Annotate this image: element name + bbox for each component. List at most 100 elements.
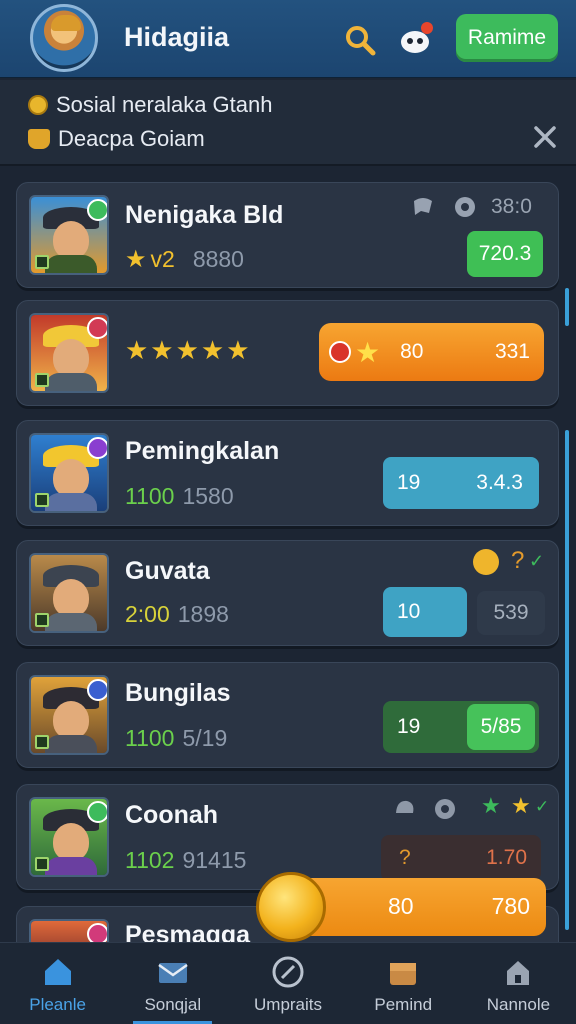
hero-name: Bungilas	[125, 679, 231, 707]
list-item[interactable]: Pemingkalan 1100 1580 19 3.4.3	[16, 420, 559, 526]
reward-left: 80	[400, 340, 424, 363]
reward-pill[interactable]: ★ 80 331	[319, 323, 544, 381]
stat-secondary: 1898	[177, 601, 229, 627]
pill-right: 1.70	[486, 846, 527, 869]
pill-right: 539	[477, 591, 545, 635]
mail-icon	[158, 963, 188, 983]
progress-pill[interactable]: 19 5/85	[383, 701, 539, 753]
score-text: 8880	[192, 246, 244, 272]
star-icon: ★	[125, 246, 147, 273]
nav-item-mail[interactable]: Sonqjal	[115, 943, 230, 1024]
gold-coin-icon[interactable]	[256, 872, 326, 942]
nav-item-chest[interactable]: Pemind	[346, 943, 461, 1024]
bottom-navigation: Pleanle Sonqjal Umpraits Pemind Nannole	[0, 942, 576, 1024]
top-bar: Hidagiia Ramime	[0, 0, 576, 78]
nav-item-explore[interactable]: Umpraits	[230, 943, 345, 1024]
hero-portrait	[29, 675, 109, 755]
reward-bar-left: 80	[388, 893, 414, 919]
level-badge-icon	[35, 373, 49, 387]
pill-left: 19	[397, 715, 421, 738]
nav-label: Pleanle	[29, 995, 86, 1014]
lock-icon	[507, 961, 530, 985]
hero-portrait	[29, 313, 109, 393]
chat-icon[interactable]	[411, 195, 435, 219]
nav-label: Nannole	[486, 995, 551, 1014]
home-icon	[44, 959, 71, 985]
level-badge-icon	[35, 613, 49, 627]
hero-stats: 2:00 1898	[125, 601, 229, 628]
hero-stats: ★ v2 8880	[125, 245, 244, 274]
nav-item-lock[interactable]: Nannole	[461, 943, 576, 1024]
plus-badge-icon	[87, 801, 107, 823]
plus-badge-icon	[87, 437, 107, 459]
hero-name: Nenigaka Bld	[125, 201, 284, 229]
scrollbar-main[interactable]	[565, 430, 569, 930]
close-icon[interactable]	[532, 124, 558, 150]
pill-left: 10	[397, 600, 421, 623]
star-icon: ★	[481, 793, 501, 818]
bot-icon[interactable]	[398, 20, 436, 56]
chest-icon	[390, 963, 417, 985]
stat-primary: 1100	[125, 483, 175, 509]
hero-portrait	[29, 553, 109, 633]
plus-badge-icon	[87, 317, 107, 339]
info-icon[interactable]	[433, 797, 457, 821]
reward-bar[interactable]: 80 780	[300, 878, 546, 936]
list-item[interactable]: Bungilas 1100 5/19 19 5/85	[16, 662, 559, 768]
value-pill[interactable]: 10	[383, 587, 467, 637]
nav-label: Sonqjal	[144, 995, 202, 1014]
time-text: 38:0	[491, 195, 532, 218]
player-avatar[interactable]	[30, 4, 98, 72]
pill-right: 3.4.3	[476, 471, 523, 494]
star-icon: ★	[355, 336, 381, 368]
value-pill-text: 720.3	[478, 242, 532, 265]
reward-bar-right: 780	[491, 893, 530, 919]
hero-portrait	[29, 797, 109, 877]
hero-name: Guvata	[125, 557, 210, 585]
check-icon: ✓	[535, 797, 550, 816]
scrollbar-top[interactable]	[565, 288, 569, 326]
pill-left: ?	[399, 846, 411, 869]
pill-left: 19	[397, 471, 421, 494]
stat-primary: 1100	[125, 725, 175, 751]
app-title: Hidagiia	[124, 22, 230, 52]
helmet-icon	[473, 549, 499, 575]
stat-secondary: 5/19	[182, 725, 228, 751]
notice-text-1: Sosial neralaka Gtanh	[56, 92, 273, 117]
stat-primary: 1102	[125, 847, 175, 873]
star-icon: ★	[511, 793, 531, 818]
helmet-icon[interactable]	[393, 797, 417, 821]
value-pill[interactable]: 19 3.4.3	[383, 457, 539, 509]
rating-text: v2	[150, 246, 175, 272]
list-item[interactable]: ★★★★★ ★ 80 331	[16, 300, 559, 406]
level-badge-icon	[35, 493, 49, 507]
info-icon[interactable]	[453, 195, 477, 219]
stat-secondary: 91415	[182, 847, 247, 873]
notice-banner: Sosial neralaka Gtanh Deacpa Goiam	[0, 80, 576, 166]
list-item[interactable]: Nenigaka Bld ★ v2 8880 38:0 720.3	[16, 182, 559, 288]
value-pill[interactable]: 720.3	[467, 231, 543, 277]
list-item[interactable]: Guvata 2:00 1898 ? ✓ 10 539	[16, 540, 559, 646]
hero-portrait	[29, 433, 109, 513]
hero-stats: 1100 5/19	[125, 725, 227, 752]
notice-line-2: Deacpa Goiam	[28, 126, 205, 152]
action-button[interactable]: Ramime	[456, 14, 558, 62]
level-badge-icon	[35, 735, 49, 749]
stat-primary: 2:00	[125, 601, 170, 627]
hero-name: Coonah	[125, 801, 219, 829]
hero-name: Pemingkalan	[125, 437, 280, 465]
star-rating: ★★★★★	[125, 335, 252, 365]
search-icon[interactable]	[344, 24, 376, 56]
question-icon: ?	[511, 547, 525, 574]
reward-right: 331	[494, 340, 530, 363]
trophy-icon	[28, 129, 50, 149]
plus-badge-icon	[87, 679, 107, 701]
nav-item-home[interactable]: Pleanle	[0, 943, 115, 1024]
hero-stats: 1102 91415	[125, 847, 246, 874]
nav-label: Pemind	[374, 995, 433, 1014]
value-pill[interactable]: ? 1.70	[381, 835, 541, 881]
shield-icon	[329, 341, 351, 363]
nav-label: Umpraits	[254, 995, 323, 1014]
level-badge-icon	[35, 857, 49, 871]
stat-secondary: 1580	[182, 483, 234, 509]
